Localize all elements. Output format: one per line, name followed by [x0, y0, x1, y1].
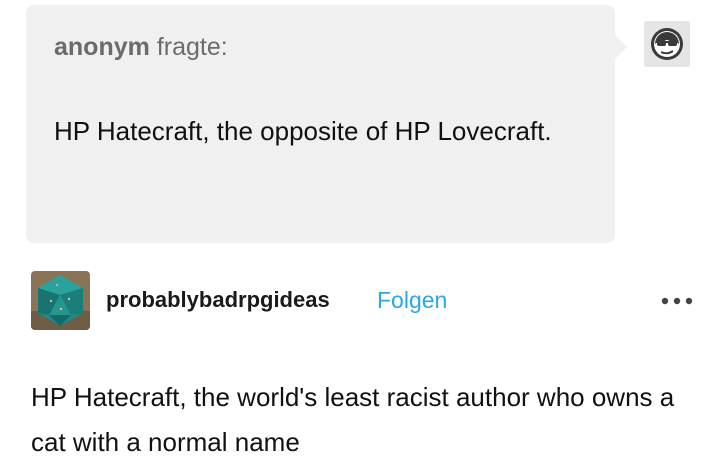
blog-avatar[interactable]	[31, 271, 90, 330]
follow-button[interactable]: Folgen	[377, 287, 447, 314]
anonymous-sunglasses-icon	[651, 28, 683, 60]
blog-name-link[interactable]: probablybadrpgideas	[106, 287, 330, 313]
ask-asker-name[interactable]: anonym	[54, 33, 150, 61]
more-dots-icon	[661, 297, 693, 305]
teal-d20-dice-image	[31, 271, 90, 330]
post-answer-text: HP Hatecraft, the world's least racist a…	[31, 382, 675, 457]
tumblr-post: anonym fragte: HP Hatecraft, the opposit…	[0, 0, 718, 470]
more-options-button[interactable]	[659, 289, 695, 313]
ask-header: anonym fragte:	[54, 33, 228, 62]
ask-bubble: anonym fragte: HP Hatecraft, the opposit…	[26, 5, 627, 243]
post-header: probablybadrpgideas Folgen	[31, 271, 695, 331]
ask-question-text: HP Hatecraft, the opposite of HP Lovecra…	[54, 116, 552, 146]
ask-verb: fragte:	[156, 33, 228, 61]
anonymous-avatar	[644, 21, 690, 67]
